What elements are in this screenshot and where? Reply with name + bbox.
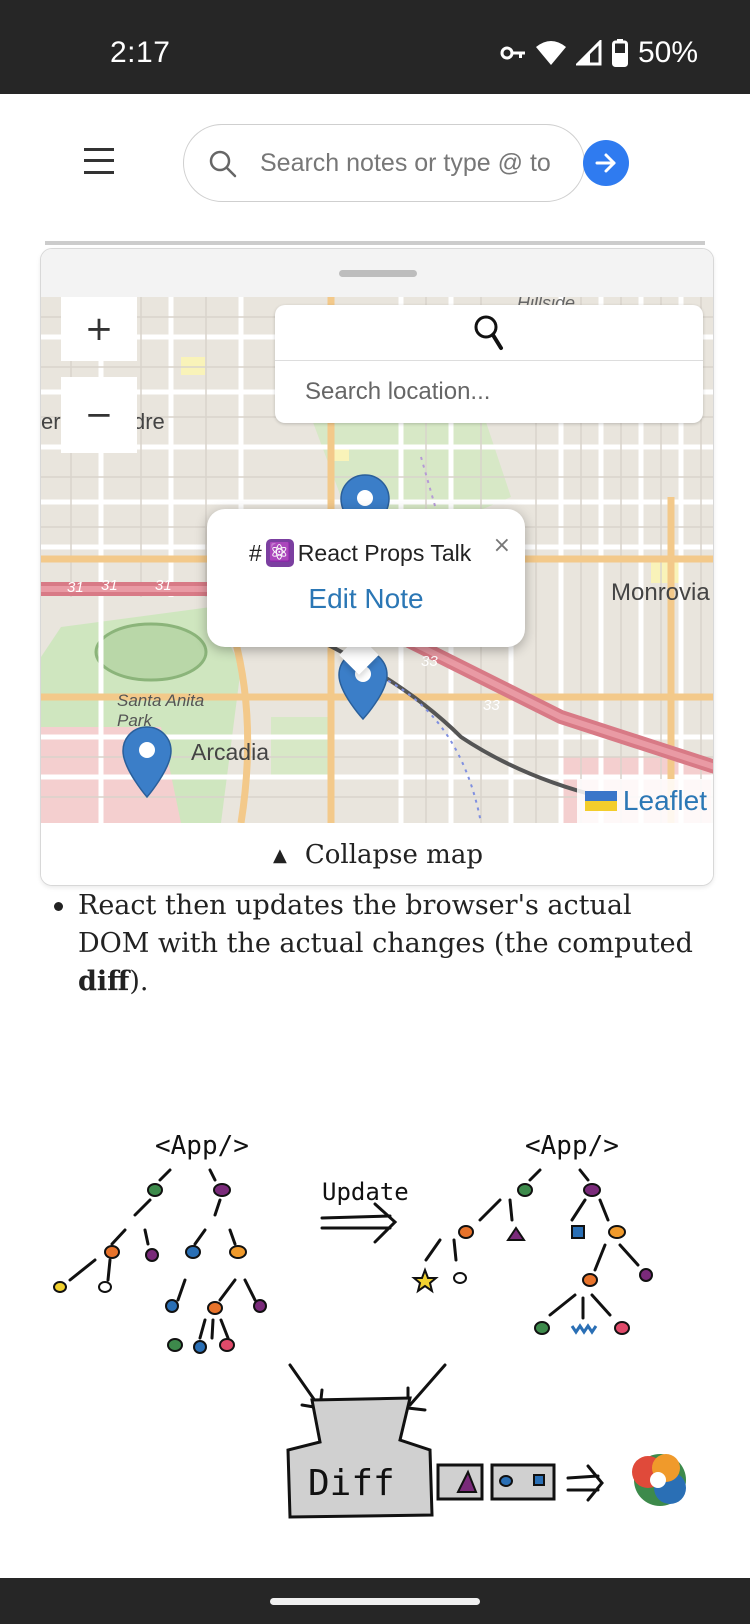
app-header <box>0 94 750 230</box>
drag-handle[interactable] <box>339 270 417 277</box>
highway-shield: 33 <box>421 653 438 670</box>
location-search-button[interactable] <box>275 305 703 361</box>
popup-title: # ⚛️ React Props Talk <box>249 539 471 567</box>
notes-search-input[interactable] <box>260 125 560 201</box>
map-view[interactable]: Hillside er dre Monrovia Santa Anita Par… <box>41 297 713 823</box>
zoom-out-button[interactable]: − <box>61 377 137 453</box>
system-nav-bar <box>0 1578 750 1624</box>
popup-note-title: React Props Talk <box>297 539 472 566</box>
notes-search-box[interactable] <box>183 124 585 202</box>
update-label: Update <box>322 1178 409 1206</box>
ukraine-flag-icon <box>584 791 617 811</box>
app-label-right: <App/> <box>525 1131 619 1161</box>
diff-illustration: <App/> <App/> Update Diff <box>40 1120 720 1580</box>
close-icon[interactable]: × <box>493 533 511 558</box>
status-icons: 50% <box>500 36 698 70</box>
battery-percent: 50% <box>637 36 698 69</box>
hamburger-menu-icon[interactable] <box>84 146 114 176</box>
highway-shield: 31 <box>101 577 118 594</box>
map-label: dre <box>133 409 165 434</box>
map-label: Monrovia <box>611 579 710 606</box>
collapse-map-button[interactable]: ▲ Collapse map <box>41 823 713 885</box>
edit-note-link[interactable]: Edit Note <box>207 583 525 615</box>
map-label: Arcadia <box>191 739 269 765</box>
bullet-text-end: ). <box>129 966 149 997</box>
battery-icon <box>611 39 628 67</box>
home-gesture-bar[interactable] <box>270 1598 480 1605</box>
vpn-key-icon <box>500 46 525 60</box>
status-time: 2:17 <box>110 36 171 69</box>
magnifier-icon <box>474 315 503 350</box>
go-button[interactable] <box>583 140 629 186</box>
browser-icon <box>632 1454 686 1506</box>
highway-shield: 31 <box>67 579 84 596</box>
highway-shield: 33 <box>483 697 500 714</box>
location-search <box>275 305 703 423</box>
map-drag-area[interactable] <box>41 249 713 297</box>
wifi-icon <box>535 41 566 65</box>
bullet-text: React then updates the browser's actual … <box>78 890 693 959</box>
highway-shield: 31 <box>155 577 172 594</box>
react-atom-icon: ⚛️ <box>265 539 294 567</box>
location-search-input[interactable] <box>305 367 685 417</box>
diff-label: Diff <box>308 1463 395 1504</box>
cell-signal-icon <box>575 40 602 66</box>
bold-term: diff <box>78 966 130 997</box>
search-icon <box>209 150 237 178</box>
map-label: er <box>41 409 61 434</box>
app-label-left: <App/> <box>155 1131 249 1161</box>
triangle-up-icon: ▲ <box>273 844 287 866</box>
divider <box>45 241 705 245</box>
virtual-dom-diagram: <App/> <App/> Update Diff <box>53 1131 686 1519</box>
collapse-map-label: Collapse map <box>304 840 483 870</box>
list-item: React then updates the browser's actual … <box>54 887 694 1001</box>
map-marker-icon[interactable] <box>121 725 173 801</box>
map-card: Hillside er dre Monrovia Santa Anita Par… <box>40 248 714 886</box>
attribution-link[interactable]: Leaflet <box>623 785 707 817</box>
arrow-right-icon <box>595 153 616 173</box>
zoom-in-button[interactable]: + <box>61 297 137 361</box>
hash-symbol: # <box>249 539 262 566</box>
status-bar: 2:17 50% <box>0 0 750 94</box>
leaflet-attribution[interactable]: Leaflet <box>576 779 713 823</box>
note-popup: # ⚛️ React Props Talk × Edit Note <box>207 509 525 647</box>
content-list: React then updates the browser's actual … <box>54 887 694 1001</box>
